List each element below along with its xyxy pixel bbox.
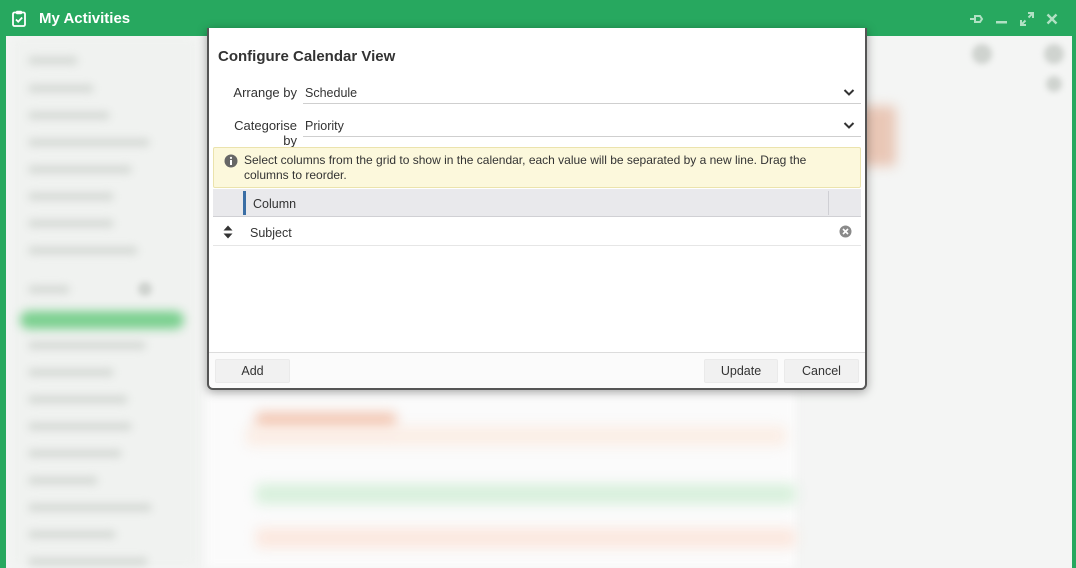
close-icon[interactable] bbox=[1043, 10, 1060, 27]
column-header[interactable]: Column bbox=[253, 197, 296, 211]
background-line bbox=[28, 219, 114, 228]
background-line bbox=[28, 395, 128, 404]
row-column-name: Subject bbox=[250, 226, 292, 240]
header-accent bbox=[243, 191, 246, 215]
background-line bbox=[28, 449, 122, 458]
background-strip bbox=[256, 484, 796, 504]
background-strip bbox=[256, 528, 796, 548]
remove-icon[interactable] bbox=[839, 225, 852, 238]
dialog-title: Configure Calendar View bbox=[218, 48, 396, 65]
minimize-icon[interactable] bbox=[993, 10, 1010, 27]
background-strip bbox=[246, 426, 786, 446]
categorise-by-label: Categorise by bbox=[234, 118, 297, 148]
background-highlight bbox=[20, 311, 184, 329]
background-line bbox=[28, 138, 150, 147]
background-line bbox=[28, 476, 98, 485]
background-line bbox=[28, 557, 148, 566]
background-line bbox=[28, 165, 132, 174]
background-dot bbox=[1046, 76, 1062, 92]
background-line bbox=[28, 84, 94, 93]
background-line bbox=[28, 422, 132, 431]
maximize-icon[interactable] bbox=[1018, 10, 1035, 27]
info-banner: Select columns from the grid to show in … bbox=[213, 147, 861, 188]
background-line bbox=[28, 530, 116, 539]
background-line bbox=[28, 111, 110, 120]
columns-grid-header: Column bbox=[213, 189, 861, 217]
info-message: Select columns from the grid to show in … bbox=[244, 153, 807, 182]
update-button[interactable]: Update bbox=[704, 359, 778, 383]
app-window: My Activities Configure Calendar View Ar… bbox=[0, 0, 1076, 568]
info-icon bbox=[224, 154, 238, 168]
background-dot bbox=[138, 282, 152, 296]
table-row[interactable]: Subject bbox=[213, 218, 861, 246]
pin-icon[interactable] bbox=[968, 10, 985, 27]
background-dot bbox=[1044, 44, 1064, 64]
background-line bbox=[28, 192, 114, 201]
chevron-down-icon bbox=[843, 89, 855, 96]
clipboard-icon bbox=[12, 10, 26, 27]
background-line bbox=[28, 341, 146, 350]
dialog-footer: Add Update Cancel bbox=[209, 352, 865, 388]
configure-calendar-dialog: Configure Calendar View Arrange by Sched… bbox=[207, 28, 867, 390]
background-line bbox=[28, 368, 114, 377]
add-button[interactable]: Add bbox=[215, 359, 290, 383]
window-title: My Activities bbox=[39, 10, 131, 27]
background-line bbox=[28, 503, 152, 512]
categorise-by-value: Priority bbox=[305, 119, 344, 133]
background-line bbox=[28, 56, 78, 65]
background-dot bbox=[972, 44, 992, 64]
arrange-by-value: Schedule bbox=[305, 86, 358, 100]
arrange-by-select[interactable]: Schedule bbox=[303, 80, 861, 104]
background-line bbox=[28, 246, 138, 255]
header-divider bbox=[828, 191, 829, 215]
background-line bbox=[28, 285, 70, 294]
arrange-by-label: Arrange by bbox=[233, 85, 297, 100]
categorise-by-select[interactable]: Priority bbox=[303, 113, 861, 137]
chevron-down-icon bbox=[843, 122, 855, 129]
drag-handle-icon[interactable] bbox=[223, 225, 233, 239]
window-controls bbox=[968, 10, 1060, 27]
cancel-button[interactable]: Cancel bbox=[784, 359, 859, 383]
